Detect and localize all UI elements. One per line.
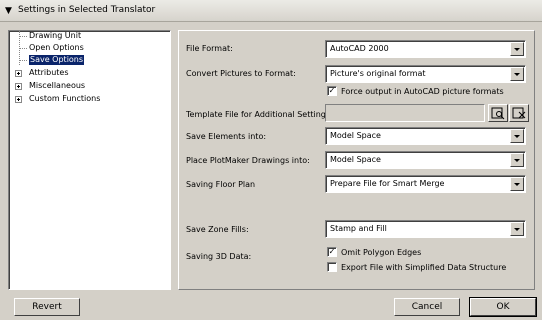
tree-connector-line [19,60,27,61]
place-plotmaker-value: Model Space [330,155,381,164]
open-folder-icon [491,107,505,120]
dropdown-arrow-icon[interactable] [510,153,524,167]
tree-item-attributes[interactable]: Attributes [29,68,69,78]
template-file-label: Template File for Additional Settings: [186,110,333,119]
expand-plus-icon[interactable] [15,70,22,77]
tree-connector-line [19,48,27,49]
cancel-button[interactable]: Cancel [394,298,460,316]
force-output-checkbox[interactable]: ✓ [327,86,337,96]
save-elements-label: Save Elements into: [186,132,267,141]
save-elements-select[interactable]: Model Space [325,127,526,145]
saving-floor-plan-value: Prepare File for Smart Merge [330,179,445,188]
saving-3d-label: Saving 3D Data: [186,252,252,261]
dropdown-arrow-icon[interactable] [510,42,524,56]
tree-item-open-options[interactable]: Open Options [29,43,84,53]
ok-button[interactable]: OK [469,297,537,317]
dropdown-arrow-icon[interactable] [510,177,524,191]
browse-file-button[interactable] [488,104,508,122]
omit-polygon-edges-checkbox[interactable]: ✓ [327,247,337,257]
tree-item-drawing-unit[interactable]: Drawing Unit [29,31,81,41]
place-plotmaker-select[interactable]: Model Space [325,151,526,169]
file-format-select[interactable]: AutoCAD 2000 [325,40,526,58]
file-format-label: File Format: [186,44,233,53]
save-zone-fills-label: Save Zone Fills: [186,225,249,234]
clear-file-icon [512,107,526,119]
saving-floor-plan-label: Saving Floor Plan [186,180,256,189]
tree-item-custom-functions[interactable]: Custom Functions [29,94,100,104]
dropdown-arrow-icon[interactable] [510,67,524,81]
clear-file-button[interactable] [509,104,529,122]
saving-floor-plan-select[interactable]: Prepare File for Smart Merge [325,175,526,193]
export-simplified-checkbox[interactable] [327,262,337,272]
collapse-triangle-icon[interactable]: ▼ [5,6,12,16]
export-simplified-label: Export File with Simplified Data Structu… [341,263,507,272]
options-tree[interactable]: Drawing Unit Open Options Save Options A… [8,30,171,290]
save-zone-fills-select[interactable]: Stamp and Fill [325,220,526,238]
convert-pictures-select[interactable]: Picture's original format [325,65,526,83]
convert-pictures-value: Picture's original format [330,69,426,78]
translator-settings-header[interactable]: ▼ Settings in Selected Translator [0,0,542,22]
dropdown-arrow-icon[interactable] [510,222,524,236]
template-file-field[interactable] [325,104,485,122]
tree-item-save-options[interactable]: Save Options [29,55,85,65]
convert-pictures-label: Convert Pictures to Format: [186,69,296,78]
omit-polygon-edges-label: Omit Polygon Edges [341,248,422,257]
place-plotmaker-label: Place PlotMaker Drawings into: [186,156,310,165]
dropdown-arrow-icon[interactable] [510,129,524,143]
force-output-label: Force output in AutoCAD picture formats [341,87,504,96]
header-title: Settings in Selected Translator [18,5,156,15]
save-zone-fills-value: Stamp and Fill [330,224,387,233]
tree-connector-line [19,36,27,37]
tree-item-miscellaneous[interactable]: Miscellaneous [29,81,85,91]
save-elements-value: Model Space [330,131,381,140]
revert-button[interactable]: Revert [14,298,80,316]
file-format-value: AutoCAD 2000 [330,44,389,53]
expand-plus-icon[interactable] [15,96,22,103]
expand-plus-icon[interactable] [15,83,22,90]
